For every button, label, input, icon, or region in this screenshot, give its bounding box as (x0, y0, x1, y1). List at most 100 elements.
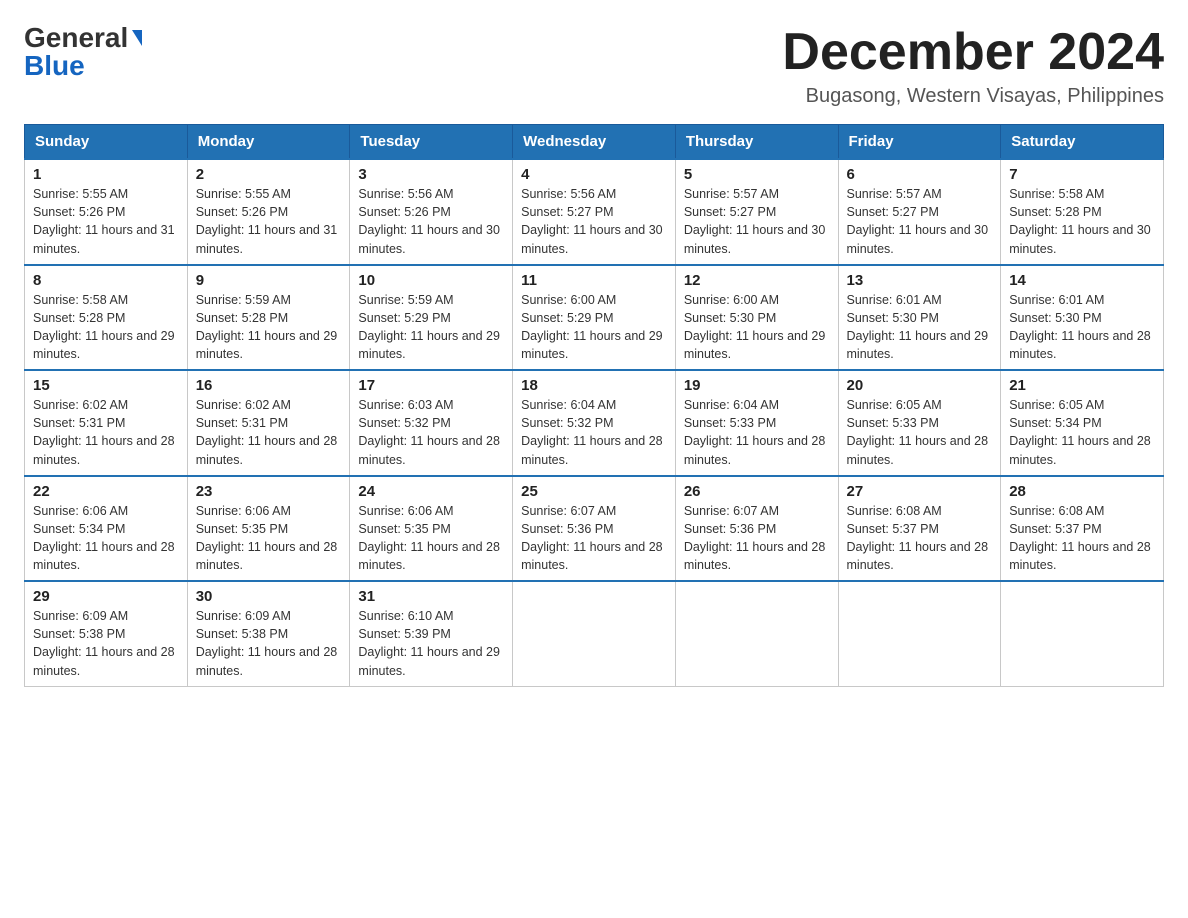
day-number: 7 (1009, 166, 1155, 183)
day-cell: 5 Sunrise: 5:57 AMSunset: 5:27 PMDaylight… (675, 159, 838, 265)
day-cell: 25Sunrise: 6:07 AMSunset: 5:36 PMDayligh… (513, 476, 676, 582)
day-cell: 9Sunrise: 5:59 AMSunset: 5:28 PMDaylight… (187, 265, 350, 371)
day-info: Sunrise: 6:01 AMSunset: 5:30 PMDaylight:… (847, 291, 993, 364)
day-number: 9 (196, 272, 342, 289)
day-info: Sunrise: 6:07 AMSunset: 5:36 PMDaylight:… (521, 502, 667, 575)
day-cell: 19Sunrise: 6:04 AMSunset: 5:33 PMDayligh… (675, 370, 838, 476)
col-header-monday: Monday (187, 125, 350, 160)
week-row-2: 8 Sunrise: 5:58 AMSunset: 5:28 PMDaylight… (25, 265, 1164, 371)
day-info: Sunrise: 6:05 AMSunset: 5:33 PMDaylight:… (847, 396, 993, 469)
day-cell: 31 Sunrise: 6:10 AMSunset: 5:39 PMDayligh… (350, 581, 513, 686)
day-cell: 6Sunrise: 5:57 AMSunset: 5:27 PMDaylight… (838, 159, 1001, 265)
day-info: Sunrise: 6:06 AMSunset: 5:35 PMDaylight:… (196, 502, 342, 575)
day-cell: 24 Sunrise: 6:06 AMSunset: 5:35 PMDayligh… (350, 476, 513, 582)
day-cell (838, 581, 1001, 686)
day-number: 26 (684, 483, 830, 500)
location-title: Bugasong, Western Visayas, Philippines (782, 85, 1164, 108)
day-number: 27 (847, 483, 993, 500)
day-info: Sunrise: 6:06 AMSunset: 5:34 PMDaylight:… (33, 502, 179, 575)
day-number: 18 (521, 377, 667, 394)
logo-general: General (24, 24, 128, 52)
calendar-table: SundayMondayTuesdayWednesdayThursdayFrid… (24, 124, 1164, 687)
day-number: 2 (196, 166, 342, 183)
day-cell: 1Sunrise: 5:55 AMSunset: 5:26 PMDaylight… (25, 159, 188, 265)
week-row-1: 1 Sunrise: 5:55 AMSunset: 5:26 PMDaylight… (25, 159, 1164, 265)
week-row-5: 29 Sunrise: 6:09 AMSunset: 5:38 PMDayligh… (25, 581, 1164, 686)
col-header-thursday: Thursday (675, 125, 838, 160)
day-number: 23 (196, 483, 342, 500)
day-info: Sunrise: 6:06 AMSunset: 5:35 PMDaylight:… (358, 502, 504, 575)
day-info: Sunrise: 6:10 AMSunset: 5:39 PMDaylight:… (358, 607, 504, 680)
day-number: 4 (521, 166, 667, 183)
header-row: SundayMondayTuesdayWednesdayThursdayFrid… (25, 125, 1164, 160)
day-number: 5 (684, 166, 830, 183)
day-number: 20 (847, 377, 993, 394)
day-cell: 22 Sunrise: 6:06 AMSunset: 5:34 PMDayligh… (25, 476, 188, 582)
day-cell: 8 Sunrise: 5:58 AMSunset: 5:28 PMDaylight… (25, 265, 188, 371)
day-info: Sunrise: 6:09 AMSunset: 5:38 PMDaylight:… (33, 607, 179, 680)
day-cell: 27Sunrise: 6:08 AMSunset: 5:37 PMDayligh… (838, 476, 1001, 582)
day-number: 29 (33, 588, 179, 605)
day-cell: 13 Sunrise: 6:01 AMSunset: 5:30 PMDayligh… (838, 265, 1001, 371)
day-cell: 23 Sunrise: 6:06 AMSunset: 5:35 PMDayligh… (187, 476, 350, 582)
day-cell: 15 Sunrise: 6:02 AMSunset: 5:31 PMDayligh… (25, 370, 188, 476)
day-number: 8 (33, 272, 179, 289)
day-cell: 11 Sunrise: 6:00 AMSunset: 5:29 PMDayligh… (513, 265, 676, 371)
day-info: Sunrise: 6:00 AMSunset: 5:30 PMDaylight:… (684, 291, 830, 364)
day-info: Sunrise: 6:01 AMSunset: 5:30 PMDaylight:… (1009, 291, 1155, 364)
day-number: 1 (33, 166, 179, 183)
day-info: Sunrise: 6:02 AMSunset: 5:31 PMDaylight:… (196, 396, 342, 469)
day-cell: 12 Sunrise: 6:00 AMSunset: 5:30 PMDayligh… (675, 265, 838, 371)
col-header-wednesday: Wednesday (513, 125, 676, 160)
day-cell: 10 Sunrise: 5:59 AMSunset: 5:29 PMDayligh… (350, 265, 513, 371)
day-cell: 7 Sunrise: 5:58 AMSunset: 5:28 PMDaylight… (1001, 159, 1164, 265)
day-info: Sunrise: 5:56 AMSunset: 5:26 PMDaylight:… (358, 185, 504, 258)
day-info: Sunrise: 5:58 AMSunset: 5:28 PMDaylight:… (33, 291, 179, 364)
day-info: Sunrise: 6:00 AMSunset: 5:29 PMDaylight:… (521, 291, 667, 364)
day-info: Sunrise: 5:55 AMSunset: 5:26 PMDaylight:… (196, 185, 342, 258)
day-number: 19 (684, 377, 830, 394)
day-number: 14 (1009, 272, 1155, 289)
day-cell: 28Sunrise: 6:08 AMSunset: 5:37 PMDayligh… (1001, 476, 1164, 582)
title-block: December 2024 Bugasong, Western Visayas,… (782, 24, 1164, 108)
day-number: 6 (847, 166, 993, 183)
day-number: 3 (358, 166, 504, 183)
day-number: 30 (196, 588, 342, 605)
day-number: 16 (196, 377, 342, 394)
day-info: Sunrise: 5:57 AMSunset: 5:27 PMDaylight:… (684, 185, 830, 258)
month-title: December 2024 (782, 24, 1164, 81)
col-header-saturday: Saturday (1001, 125, 1164, 160)
day-cell: 14 Sunrise: 6:01 AMSunset: 5:30 PMDayligh… (1001, 265, 1164, 371)
day-number: 22 (33, 483, 179, 500)
col-header-friday: Friday (838, 125, 1001, 160)
day-cell: 29 Sunrise: 6:09 AMSunset: 5:38 PMDayligh… (25, 581, 188, 686)
day-number: 31 (358, 588, 504, 605)
day-number: 13 (847, 272, 993, 289)
day-cell: 20 Sunrise: 6:05 AMSunset: 5:33 PMDayligh… (838, 370, 1001, 476)
day-number: 15 (33, 377, 179, 394)
page-header: General Blue December 2024 Bugasong, Wes… (24, 24, 1164, 108)
day-number: 24 (358, 483, 504, 500)
day-cell: 4 Sunrise: 5:56 AMSunset: 5:27 PMDaylight… (513, 159, 676, 265)
logo-triangle-icon (132, 30, 142, 46)
col-header-tuesday: Tuesday (350, 125, 513, 160)
day-info: Sunrise: 6:03 AMSunset: 5:32 PMDaylight:… (358, 396, 504, 469)
day-cell: 26Sunrise: 6:07 AMSunset: 5:36 PMDayligh… (675, 476, 838, 582)
week-row-4: 22 Sunrise: 6:06 AMSunset: 5:34 PMDayligh… (25, 476, 1164, 582)
day-cell: 18Sunrise: 6:04 AMSunset: 5:32 PMDayligh… (513, 370, 676, 476)
day-number: 11 (521, 272, 667, 289)
day-info: Sunrise: 5:59 AMSunset: 5:29 PMDaylight:… (358, 291, 504, 364)
day-info: Sunrise: 6:02 AMSunset: 5:31 PMDaylight:… (33, 396, 179, 469)
day-cell: 3 Sunrise: 5:56 AMSunset: 5:26 PMDaylight… (350, 159, 513, 265)
day-number: 12 (684, 272, 830, 289)
day-cell: 16 Sunrise: 6:02 AMSunset: 5:31 PMDayligh… (187, 370, 350, 476)
day-info: Sunrise: 5:56 AMSunset: 5:27 PMDaylight:… (521, 185, 667, 258)
day-number: 17 (358, 377, 504, 394)
day-info: Sunrise: 5:58 AMSunset: 5:28 PMDaylight:… (1009, 185, 1155, 258)
col-header-sunday: Sunday (25, 125, 188, 160)
logo: General Blue (24, 24, 142, 80)
day-number: 10 (358, 272, 504, 289)
day-number: 21 (1009, 377, 1155, 394)
day-cell: 17 Sunrise: 6:03 AMSunset: 5:32 PMDayligh… (350, 370, 513, 476)
day-info: Sunrise: 6:05 AMSunset: 5:34 PMDaylight:… (1009, 396, 1155, 469)
